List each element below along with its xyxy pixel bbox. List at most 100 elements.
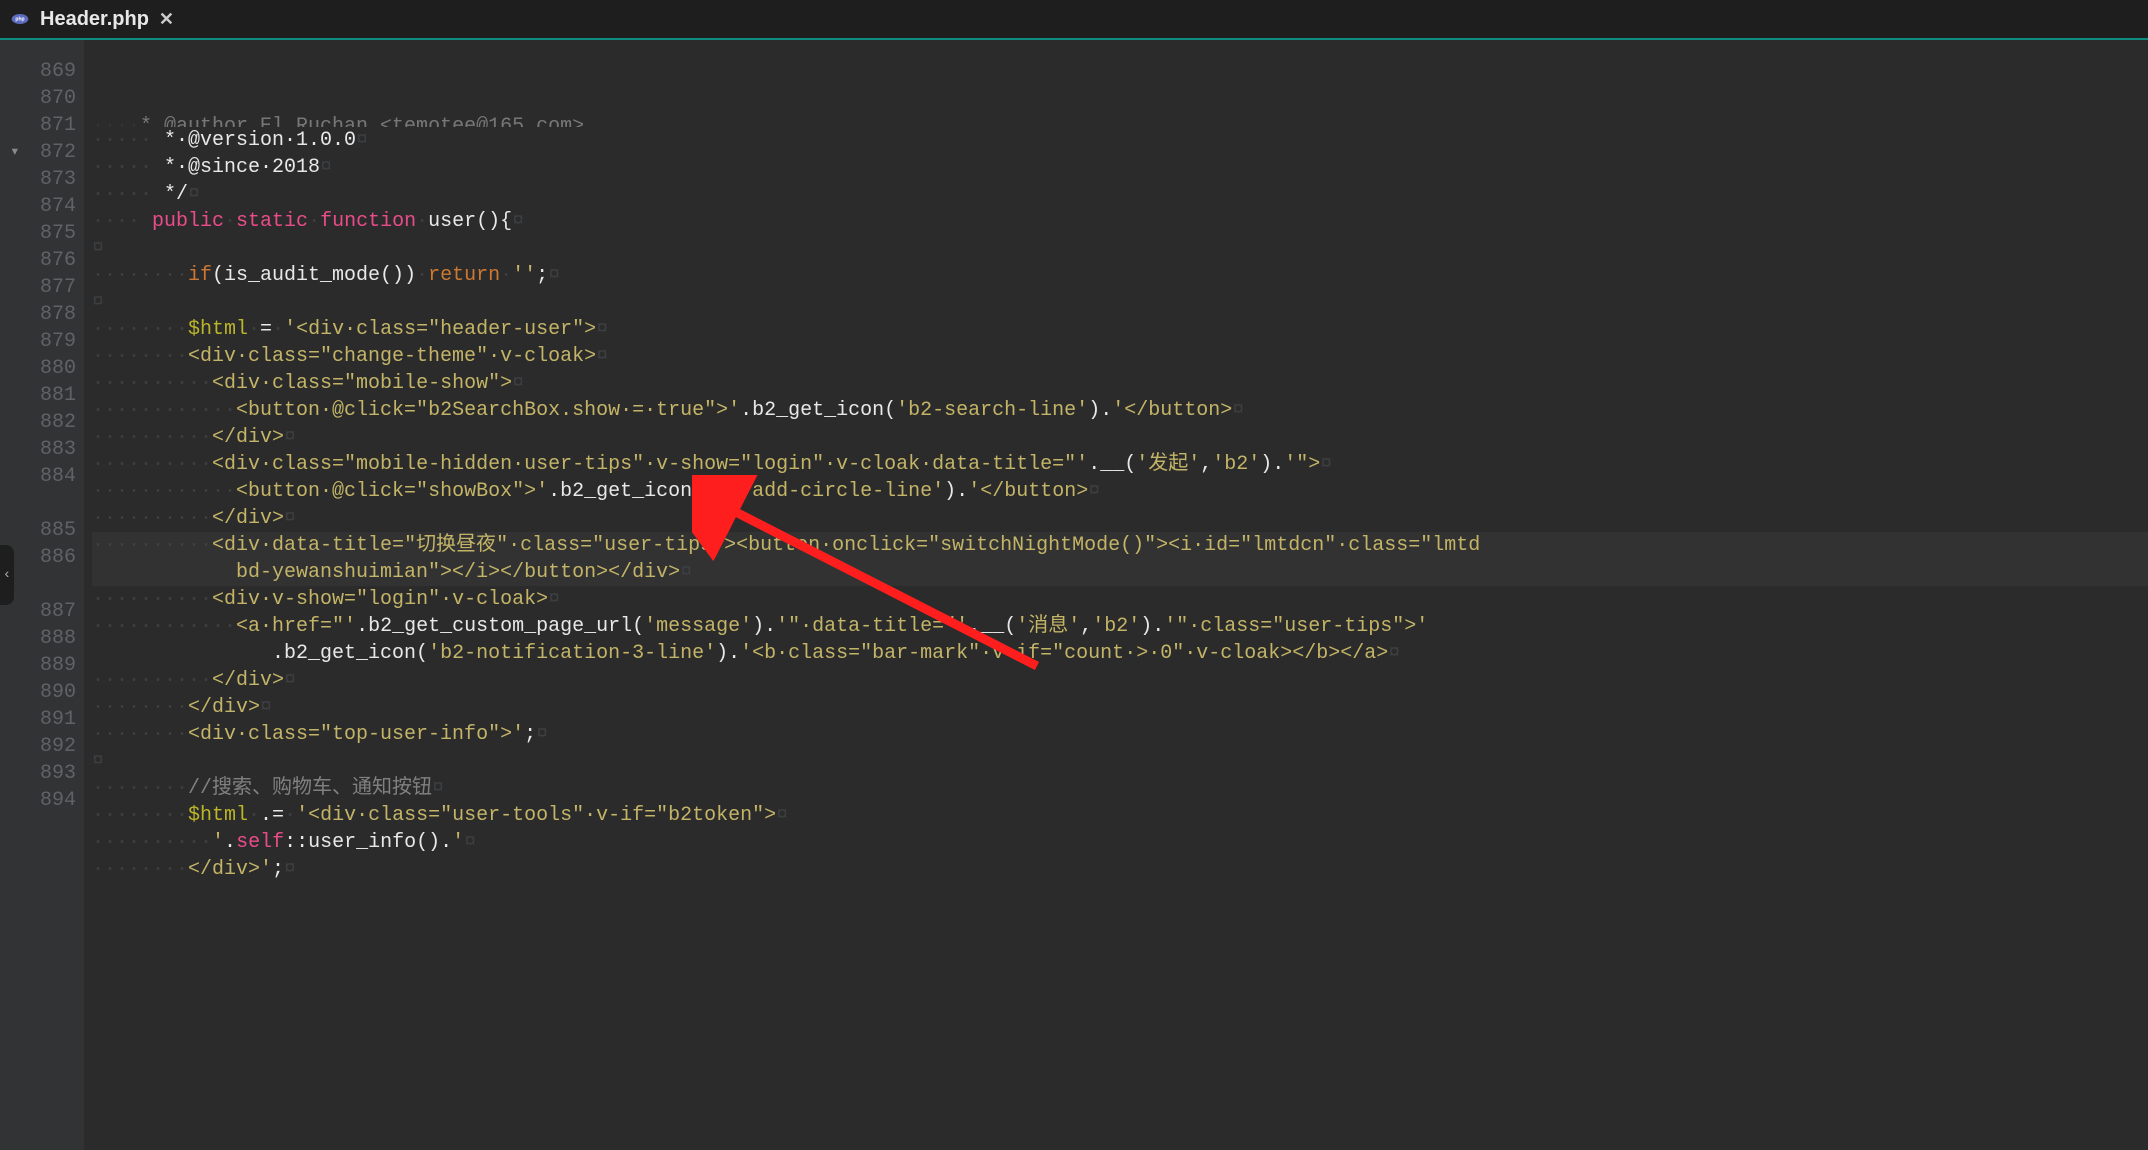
code-token: · <box>416 264 428 287</box>
code-token: ········ <box>92 804 188 827</box>
editor-tab-active[interactable]: php Header.php ✕ <box>0 0 188 38</box>
code-token: ············ <box>92 615 236 638</box>
tab-close-icon[interactable]: ✕ <box>159 9 174 30</box>
code-line[interactable]: ··········<div·v-show="login"·v-cloak>¤ <box>92 586 2148 613</box>
editor-tab-bar: php Header.php ✕ <box>0 0 2148 40</box>
code-token: ·········· <box>92 831 212 854</box>
code-token: ·········· <box>92 453 212 476</box>
line-number: 891 <box>14 706 76 733</box>
code-token: ····· <box>92 183 164 206</box>
line-number: 894 <box>14 787 76 814</box>
code-token: ¤ <box>284 426 296 449</box>
code-line[interactable]: ··········<div·class="mobile-hidden·user… <box>92 451 2148 478</box>
code-token: · <box>500 264 512 287</box>
code-token: .= <box>260 804 284 827</box>
code-token: $html <box>188 804 248 827</box>
code-token: ¤ <box>464 831 476 854</box>
code-line[interactable]: ¤ <box>92 235 2148 262</box>
code-token: ::user_info(). <box>284 831 452 854</box>
code-line[interactable]: ¤ <box>92 289 2148 316</box>
code-token: ········ <box>92 723 188 746</box>
line-number: 878 <box>14 301 76 328</box>
code-token: </div> <box>188 696 260 719</box>
code-token: '<div·class="header-user"> <box>284 318 596 341</box>
code-token: ¤ <box>320 156 332 179</box>
fold-indicator[interactable]: ▾ <box>10 139 20 166</box>
code-token: · <box>248 318 260 341</box>
code-token: ; <box>524 723 536 746</box>
code-token: '' <box>512 264 536 287</box>
code-line[interactable]: ············<button·@click="showBox">'.b… <box>92 478 2148 505</box>
code-token: user <box>428 210 476 233</box>
line-number: 870 <box>14 85 76 112</box>
code-line[interactable]: ····· *·@version·1.0.0¤ <box>92 127 2148 154</box>
code-token: </div> <box>212 669 284 692</box>
code-area[interactable]: ····* @author El Ruchan <temotee@165.com… <box>84 40 2148 1150</box>
code-editor[interactable]: 869870871872▾873874875876877878879880881… <box>0 40 2148 1150</box>
code-line[interactable]: ··········<div·data-title="切换昼夜"·class="… <box>92 532 2148 586</box>
code-line[interactable]: ········<div·class="top-user-info">';¤ <box>92 721 2148 748</box>
code-token: ¤ <box>1320 453 1332 476</box>
code-line[interactable]: ········if(is_audit_mode())·return·'';¤ <box>92 262 2148 289</box>
code-line[interactable]: ··········</div>¤ <box>92 667 2148 694</box>
code-token: · <box>416 210 428 233</box>
code-token: '发起' <box>1136 453 1200 476</box>
code-token: <div·class="top-user-info">' <box>188 723 524 746</box>
code-token: · <box>248 804 260 827</box>
left-panel-handle[interactable]: ‹ <box>0 545 14 605</box>
code-token: 'message' <box>644 615 752 638</box>
code-token: ¤ <box>680 561 692 584</box>
code-line[interactable]: ········</div>';¤ <box>92 856 2148 883</box>
code-line[interactable]: ··········</div>¤ <box>92 424 2148 451</box>
code-token: if <box>188 264 212 287</box>
code-token: ¤ <box>92 237 104 260</box>
code-line[interactable]: ··········<div·class="mobile-show">¤ <box>92 370 2148 397</box>
code-token: ¤ <box>188 183 200 206</box>
tab-filename: Header.php <box>40 8 149 31</box>
code-line[interactable]: ····* @author El Ruchan <temotee@165.com… <box>92 113 2148 127</box>
code-token: ¤ <box>356 129 368 152</box>
code-token: ···· <box>92 115 140 127</box>
php-file-icon: php <box>10 9 30 29</box>
code-line[interactable]: ············<button·@click="b2SearchBox.… <box>92 397 2148 424</box>
code-token: </div> <box>212 426 284 449</box>
code-token: ' <box>452 831 464 854</box>
line-number: 882 <box>14 409 76 436</box>
line-number: 886 <box>14 544 76 598</box>
code-line[interactable]: ········$html·.=·'<div·class="user-tools… <box>92 802 2148 829</box>
code-token: .__( <box>1088 453 1136 476</box>
code-line[interactable]: ········<div·class="change-theme"·v-cloa… <box>92 343 2148 370</box>
code-token: ). <box>1140 615 1164 638</box>
code-token: ). <box>1260 453 1284 476</box>
code-token: ¤ <box>284 669 296 692</box>
code-line[interactable]: ········$html·=·'<div·class="header-user… <box>92 316 2148 343</box>
code-token: ¤ <box>536 723 548 746</box>
code-token: ····· <box>92 129 164 152</box>
code-token: ¤ <box>1232 399 1244 422</box>
code-line[interactable]: ····· */¤ <box>92 181 2148 208</box>
code-line[interactable]: ··········'.self::user_info().'¤ <box>92 829 2148 856</box>
code-line[interactable]: ¤ <box>92 748 2148 775</box>
code-token: 'b2-add-circle-line' <box>704 480 944 503</box>
code-line[interactable]: ··········</div>¤ <box>92 505 2148 532</box>
code-line[interactable]: ········</div>¤ <box>92 694 2148 721</box>
code-token: '消息' <box>1016 615 1080 638</box>
code-token: '"> <box>1284 453 1320 476</box>
code-token: ········ <box>92 858 188 881</box>
code-line[interactable]: ········//搜索、购物车、通知按钮¤ <box>92 775 2148 802</box>
line-number: 873 <box>14 166 76 193</box>
code-line[interactable]: ···· public·static·function·user(){¤ <box>92 208 2148 235</box>
code-token: , <box>1080 615 1092 638</box>
line-number: 881 <box>14 382 76 409</box>
code-line[interactable]: ············<a·href="'.b2_get_custom_pag… <box>92 613 2148 667</box>
code-token: ¤ <box>284 507 296 530</box>
code-token: ·········· <box>92 588 212 611</box>
code-token: ¤ <box>260 696 272 719</box>
code-line[interactable]: ····· *·@since·2018¤ <box>92 154 2148 181</box>
code-token: ). <box>1088 399 1112 422</box>
code-token: */ <box>164 183 188 206</box>
code-token: //搜索、购物车、通知按钮 <box>188 777 432 800</box>
code-token: . <box>224 831 236 854</box>
code-token: ¤ <box>596 318 608 341</box>
code-token: public <box>152 210 224 233</box>
